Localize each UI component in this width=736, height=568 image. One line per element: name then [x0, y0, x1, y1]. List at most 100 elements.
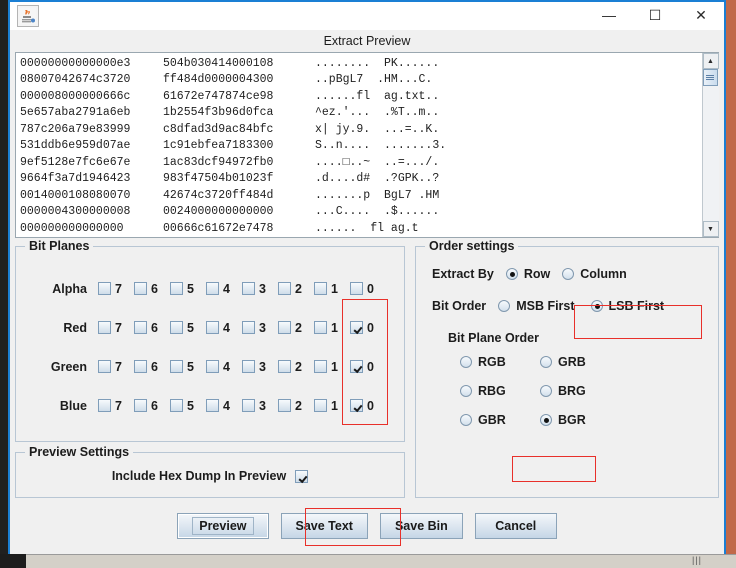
checkbox-alpha-bit-7[interactable] [98, 282, 111, 295]
include-hex-dump-checkbox[interactable] [295, 470, 308, 483]
bit-plane-cell: 2 [278, 399, 314, 413]
checkbox-alpha-bit-3[interactable] [242, 282, 255, 295]
hex-bytes: 61672e747874ce98 [163, 89, 315, 105]
bit-plane-row-alpha: Alpha76543210 [16, 269, 404, 308]
bit-plane-order-options: RGBGRB RBGBRG GBRBGR [460, 355, 718, 427]
checkbox-red-bit-6[interactable] [134, 321, 147, 334]
checkbox-blue-bit-6[interactable] [134, 399, 147, 412]
hex-offset: 0014000108080070 [20, 188, 163, 204]
bit-order-lsb-radio[interactable] [591, 300, 603, 312]
checkbox-alpha-bit-5[interactable] [170, 282, 183, 295]
checkbox-green-bit-0[interactable] [350, 360, 363, 373]
java-coffee-cup-icon [17, 5, 39, 27]
checkbox-green-bit-6[interactable] [134, 360, 147, 373]
preview-button[interactable]: Preview [177, 513, 268, 539]
preview-settings-legend: Preview Settings [25, 445, 133, 459]
bit-plane-order-option-grb[interactable]: GRB [540, 355, 620, 369]
checkbox-green-bit-5[interactable] [170, 360, 183, 373]
checkbox-green-bit-7[interactable] [98, 360, 111, 373]
extract-by-option-row[interactable]: Row [506, 267, 550, 281]
hex-dump-line: 531ddb6e959d07ae1c91ebfea7183300S..n....… [20, 138, 702, 154]
scroll-down-arrow-icon[interactable]: ▼ [703, 221, 719, 237]
bit-plane-cell: 5 [170, 282, 206, 296]
maximize-button[interactable]: ☐ [632, 0, 678, 30]
radio-grb[interactable] [540, 356, 552, 368]
bit-plane-order-option-rgb[interactable]: RGB [460, 355, 540, 369]
hex-dump-line: 00000000000000000666c61672e7478...... fl… [20, 221, 702, 237]
bit-index-label: 1 [331, 360, 338, 374]
checkbox-red-bit-3[interactable] [242, 321, 255, 334]
bit-plane-cell: 3 [242, 360, 278, 374]
preview-vertical-scrollbar[interactable]: ▲ ▼ [702, 53, 718, 237]
checkbox-green-bit-1[interactable] [314, 360, 327, 373]
checkbox-red-bit-2[interactable] [278, 321, 291, 334]
close-button[interactable]: ✕ [678, 0, 724, 30]
bit-plane-order-option-bgr[interactable]: BGR [540, 413, 620, 427]
scrollbar-thumb[interactable] [703, 69, 718, 86]
radio-gbr[interactable] [460, 414, 472, 426]
extract-by-row-radio[interactable] [506, 268, 518, 280]
checkbox-alpha-bit-4[interactable] [206, 282, 219, 295]
radio-rgb[interactable] [460, 356, 472, 368]
checkbox-green-bit-2[interactable] [278, 360, 291, 373]
radio-rbg[interactable] [460, 385, 472, 397]
checkbox-blue-bit-4[interactable] [206, 399, 219, 412]
save-bin-button[interactable]: Save Bin [380, 513, 463, 539]
bit-plane-channel-label: Alpha [16, 282, 98, 296]
window-titlebar[interactable]: — ☐ ✕ [10, 0, 724, 30]
hex-ascii: .......p BgL7 .HM [315, 188, 439, 204]
order-settings-group: Order settings Extract By Row Column [415, 246, 719, 498]
bit-plane-cell: 5 [170, 399, 206, 413]
hex-offset: 5e657aba2791a6eb [20, 105, 163, 121]
bit-plane-order-option-gbr[interactable]: GBR [460, 413, 540, 427]
checkbox-red-bit-0[interactable] [350, 321, 363, 334]
radio-brg[interactable] [540, 385, 552, 397]
extract-by-column-radio[interactable] [562, 268, 574, 280]
checkbox-blue-bit-7[interactable] [98, 399, 111, 412]
hex-bytes: 1c91ebfea7183300 [163, 138, 315, 154]
checkbox-blue-bit-5[interactable] [170, 399, 183, 412]
checkbox-blue-bit-3[interactable] [242, 399, 255, 412]
checkbox-green-bit-4[interactable] [206, 360, 219, 373]
checkbox-red-bit-5[interactable] [170, 321, 183, 334]
checkbox-alpha-bit-2[interactable] [278, 282, 291, 295]
scrollbar-track[interactable] [703, 69, 719, 221]
hex-ascii: ...... fl ag.t [315, 221, 419, 237]
bit-plane-order-option-brg[interactable]: BRG [540, 384, 620, 398]
checkbox-alpha-bit-1[interactable] [314, 282, 327, 295]
bit-order-row: Bit Order MSB First LSB First [432, 299, 718, 313]
order-settings-body: Extract By Row Column Bit Order [416, 247, 718, 427]
hex-dump-line: 08007042674c3720ff484d0000004300..pBgL7 … [20, 72, 702, 88]
checkbox-red-bit-4[interactable] [206, 321, 219, 334]
bit-index-label: 7 [115, 282, 122, 296]
bit-order-msb-radio[interactable] [498, 300, 510, 312]
checkbox-red-bit-1[interactable] [314, 321, 327, 334]
taskbar-start-area[interactable] [0, 554, 26, 568]
checkbox-blue-bit-0[interactable] [350, 399, 363, 412]
bit-index-label: 1 [331, 282, 338, 296]
checkbox-blue-bit-1[interactable] [314, 399, 327, 412]
include-hex-dump-label: Include Hex Dump In Preview [112, 469, 286, 483]
bit-index-label: 4 [223, 360, 230, 374]
minimize-button[interactable]: — [586, 0, 632, 30]
bit-plane-order-option-rbg[interactable]: RBG [460, 384, 540, 398]
taskbar[interactable]: ||| [0, 554, 736, 568]
extract-preview-window: — ☐ ✕ Extract Preview 00000000000000e350… [8, 0, 726, 556]
bit-planes-body: Alpha76543210Red76543210Green76543210Blu… [16, 247, 404, 425]
bit-plane-cell: 1 [314, 282, 350, 296]
checkbox-alpha-bit-0[interactable] [350, 282, 363, 295]
extract-by-option-column[interactable]: Column [562, 267, 627, 281]
cancel-button[interactable]: Cancel [475, 513, 557, 539]
right-settings-column: Order settings Extract By Row Column [415, 246, 719, 498]
hex-dump-text[interactable]: 00000000000000e3504b030414000108........… [16, 53, 702, 237]
checkbox-blue-bit-2[interactable] [278, 399, 291, 412]
checkbox-alpha-bit-6[interactable] [134, 282, 147, 295]
scroll-up-arrow-icon[interactable]: ▲ [703, 53, 719, 69]
bit-order-option-msb[interactable]: MSB First [498, 299, 574, 313]
bit-order-option-lsb[interactable]: LSB First [591, 299, 665, 313]
checkbox-red-bit-7[interactable] [98, 321, 111, 334]
save-text-button[interactable]: Save Text [281, 513, 368, 539]
radio-bgr[interactable] [540, 414, 552, 426]
titlebar-top-border [8, 0, 726, 2]
checkbox-green-bit-3[interactable] [242, 360, 255, 373]
